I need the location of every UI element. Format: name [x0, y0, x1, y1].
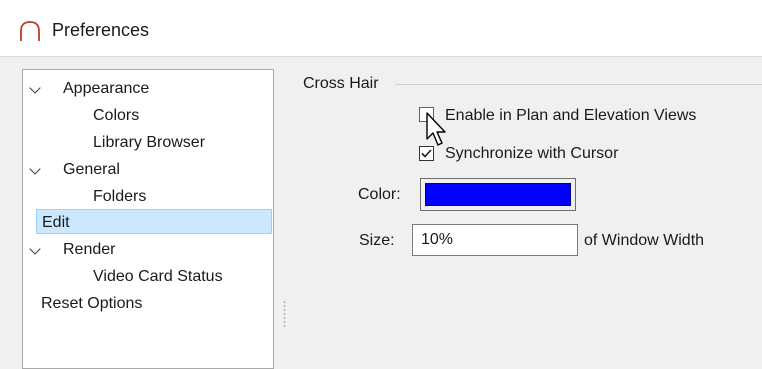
- chevron-down-icon[interactable]: [29, 243, 41, 255]
- color-picker-button[interactable]: [420, 178, 576, 211]
- chevron-down-icon[interactable]: [29, 82, 41, 94]
- sync-cursor-label[interactable]: Synchronize with Cursor: [445, 145, 618, 163]
- tree-item-folders[interactable]: Folders: [23, 184, 273, 209]
- crosshair-group-label: Cross Hair: [303, 75, 379, 92]
- tree-item-video-card-status[interactable]: Video Card Status: [23, 264, 273, 289]
- tree-item-edit[interactable]: Edit: [36, 209, 272, 234]
- chevron-down-icon[interactable]: [29, 163, 41, 175]
- tree-item-label: Edit: [42, 214, 70, 231]
- category-tree[interactable]: Appearance Colors Library Browser Genera…: [22, 69, 274, 369]
- tree-item-appearance[interactable]: Appearance: [23, 76, 273, 101]
- color-swatch-fill: [425, 183, 571, 206]
- tree-item-colors[interactable]: Colors: [23, 103, 273, 128]
- tree-item-reset-options[interactable]: Reset Options: [23, 291, 273, 316]
- tree-item-general[interactable]: General: [23, 157, 273, 182]
- enable-crosshair-label[interactable]: Enable in Plan and Elevation Views: [445, 107, 696, 125]
- tree-item-label: Library Browser: [93, 134, 206, 151]
- size-suffix-label: of Window Width: [584, 232, 705, 249]
- tree-item-library-browser[interactable]: Library Browser: [23, 130, 273, 155]
- tree-item-label: Render: [63, 241, 116, 258]
- mouse-pointer-icon: [426, 112, 446, 146]
- size-label: Size:: [359, 232, 395, 249]
- tree-item-label: Colors: [93, 107, 140, 124]
- group-divider: [395, 84, 762, 85]
- tree-item-label: General: [63, 161, 120, 178]
- tree-item-label: Video Card Status: [93, 268, 223, 285]
- tree-item-label: Folders: [93, 188, 147, 205]
- window-title: Preferences: [52, 20, 150, 40]
- arch-icon: [20, 21, 40, 41]
- splitter-grip[interactable]: [283, 300, 286, 328]
- size-input[interactable]: [412, 224, 578, 256]
- tree-item-label: Reset Options: [41, 295, 143, 312]
- tree-item-label: Appearance: [63, 80, 150, 97]
- tree-item-render[interactable]: Render: [23, 237, 273, 262]
- title-bar: Preferences: [0, 0, 762, 57]
- color-label: Color:: [358, 186, 401, 203]
